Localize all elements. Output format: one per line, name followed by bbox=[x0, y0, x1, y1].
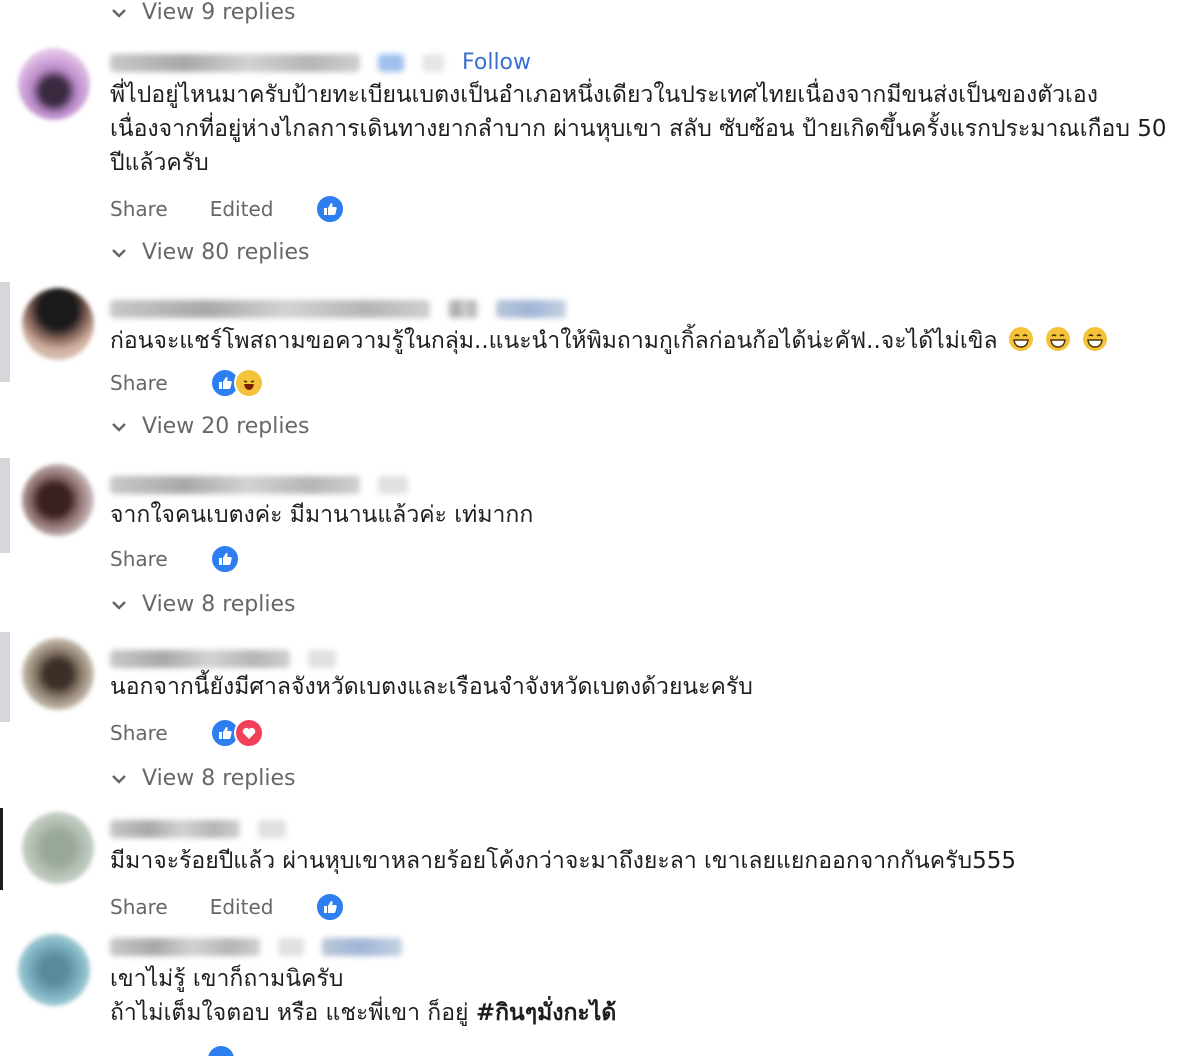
thread-line bbox=[0, 282, 10, 382]
comment-text-body: ก่อนจะแชร์โพสถามขอความรู้ในกลุ่ม..แนะนำใ… bbox=[110, 328, 998, 354]
chevron-down-icon bbox=[112, 248, 126, 258]
author-row bbox=[110, 476, 408, 494]
author-name-redacted[interactable] bbox=[110, 476, 360, 494]
comments-panel: View 9 replies Follow พี่ไปอยู่ไหนมาครับ… bbox=[0, 0, 1200, 1056]
comment-actions: Share Edited bbox=[110, 194, 346, 224]
author-name-redacted bbox=[378, 53, 404, 72]
reaction-summary[interactable] bbox=[209, 718, 264, 748]
author-row: Follow bbox=[110, 50, 531, 75]
comment-text: พี่ไปอยู่ไหนมาครับป้ายทะเบียนเบตงเป็นอำเ… bbox=[110, 82, 1167, 176]
hashtag-link[interactable]: #กินๆมั่งกะได้ bbox=[476, 1000, 616, 1026]
comment-text-segment: ถ้าไม่เต็มใจตอบ หรือ แชะพี่เขา ก็อยู่ bbox=[110, 1000, 476, 1026]
comment: Follow พี่ไปอยู่ไหนมาครับป้ายทะเบียนเบตง… bbox=[0, 44, 1200, 279]
comment: ก่อนจะแชร์โพสถามขอความรู้ในกลุ่ม..แนะนำใ… bbox=[0, 282, 1200, 454]
author-row bbox=[110, 938, 402, 956]
author-name-redacted[interactable] bbox=[110, 300, 430, 318]
author-name-redacted bbox=[278, 938, 304, 956]
author-row bbox=[110, 650, 336, 668]
avatar[interactable] bbox=[18, 48, 90, 120]
author-name-redacted bbox=[448, 300, 478, 318]
chevron-down-icon bbox=[112, 774, 126, 784]
comment-text: ก่อนจะแชร์โพสถามขอความรู้ในกลุ่ม..แนะนำใ… bbox=[110, 324, 1170, 358]
view-replies-link[interactable]: View 80 replies bbox=[110, 240, 309, 265]
share-button[interactable]: Share bbox=[110, 371, 168, 395]
view-replies-link[interactable]: View 9 replies bbox=[110, 0, 295, 25]
author-badge-redacted bbox=[422, 53, 444, 72]
author-badge-redacted bbox=[308, 650, 336, 668]
chevron-down-icon bbox=[112, 8, 126, 18]
comment: มีมาจะร้อยปีแล้ว ผ่านหุบเขาหลายร้อยโค้งก… bbox=[0, 808, 1200, 932]
comment-text-line: ถ้าไม่เต็มใจตอบ หรือ แชะพี่เขา ก็อยู่ #ก… bbox=[110, 996, 1170, 1030]
comment-text: เขาไม่รู้ เขาก็ถามนิครับ ถ้าไม่เต็มใจตอบ… bbox=[110, 962, 1170, 1030]
comment-text: มีมาจะร้อยปีแล้ว ผ่านหุบเขาหลายร้อยโค้งก… bbox=[110, 848, 1016, 874]
comment-text: จากใจคนเบตงค่ะ มีมานานแล้วค่ะ เท่มากก bbox=[110, 502, 534, 528]
author-badge-redacted bbox=[496, 300, 566, 318]
reaction-summary[interactable] bbox=[209, 544, 240, 574]
grinning-face-icon bbox=[1083, 327, 1108, 351]
love-reaction-icon bbox=[233, 718, 264, 748]
comment-text-line: เขาไม่รู้ เขาก็ถามนิครับ bbox=[110, 966, 344, 992]
avatar[interactable] bbox=[18, 934, 90, 1006]
author-badge-redacted bbox=[258, 820, 286, 838]
author-badge-redacted bbox=[378, 476, 408, 494]
view-replies-label: View 80 replies bbox=[142, 240, 310, 265]
comment: จากใจคนเบตงค่ะ มีมานานแล้วค่ะ เท่มากก Sh… bbox=[0, 458, 1200, 630]
like-reaction-icon bbox=[315, 194, 346, 224]
author-name-redacted[interactable] bbox=[110, 938, 260, 956]
share-button[interactable]: Share bbox=[110, 197, 168, 221]
view-replies-label: View 9 replies bbox=[142, 0, 296, 25]
chevron-down-icon bbox=[112, 600, 126, 610]
reaction-summary[interactable] bbox=[206, 1044, 236, 1056]
view-replies-label: View 8 replies bbox=[142, 766, 296, 791]
author-badge-redacted bbox=[322, 938, 402, 956]
view-replies-label: View 8 replies bbox=[142, 592, 296, 617]
view-replies-label: View 20 replies bbox=[142, 414, 310, 439]
comment-actions: Share bbox=[110, 544, 240, 574]
share-button[interactable]: Share bbox=[110, 547, 168, 571]
edited-label: Edited bbox=[209, 197, 274, 221]
comment-actions bbox=[110, 1044, 236, 1056]
reaction-summary[interactable] bbox=[315, 194, 346, 224]
follow-button[interactable]: Follow bbox=[462, 50, 531, 75]
comment-actions: Share Edited bbox=[110, 892, 346, 922]
author-row bbox=[110, 820, 286, 838]
reaction-summary[interactable] bbox=[209, 368, 264, 398]
view-replies-link[interactable]: View 8 replies bbox=[110, 766, 295, 791]
avatar[interactable] bbox=[22, 288, 94, 360]
author-name-redacted[interactable] bbox=[110, 820, 240, 838]
comment: เขาไม่รู้ เขาก็ถามนิครับ ถ้าไม่เต็มใจตอบ… bbox=[0, 930, 1200, 1056]
thread-line bbox=[0, 808, 3, 890]
edited-label: Edited bbox=[209, 895, 274, 919]
like-reaction-icon bbox=[209, 544, 240, 574]
like-reaction-icon bbox=[315, 892, 346, 922]
comment-actions: Share bbox=[110, 368, 264, 398]
share-button[interactable]: Share bbox=[110, 721, 168, 745]
view-replies-link[interactable]: View 20 replies bbox=[110, 414, 309, 439]
comment-text: นอกจากนี้ยังมีศาลจังหวัดเบตงและเรือนจำจั… bbox=[110, 674, 753, 700]
thread-line bbox=[0, 458, 10, 553]
comment: นอกจากนี้ยังมีศาลจังหวัดเบตงและเรือนจำจั… bbox=[0, 632, 1200, 804]
share-button[interactable]: Share bbox=[110, 895, 168, 919]
author-name-redacted[interactable] bbox=[110, 650, 290, 668]
grinning-face-icon bbox=[1008, 327, 1033, 351]
author-row bbox=[110, 300, 566, 318]
avatar[interactable] bbox=[22, 638, 94, 710]
author-name-redacted[interactable] bbox=[110, 53, 360, 72]
thread-line bbox=[0, 632, 10, 722]
grinning-face-icon bbox=[1046, 327, 1071, 351]
avatar[interactable] bbox=[22, 464, 94, 536]
comment-actions: Share bbox=[110, 718, 264, 748]
avatar[interactable] bbox=[22, 812, 94, 884]
reaction-summary[interactable] bbox=[315, 892, 346, 922]
chevron-down-icon bbox=[112, 422, 126, 432]
view-replies-link[interactable]: View 8 replies bbox=[110, 592, 295, 617]
like-reaction-icon bbox=[206, 1044, 236, 1056]
haha-reaction-icon bbox=[233, 368, 264, 398]
